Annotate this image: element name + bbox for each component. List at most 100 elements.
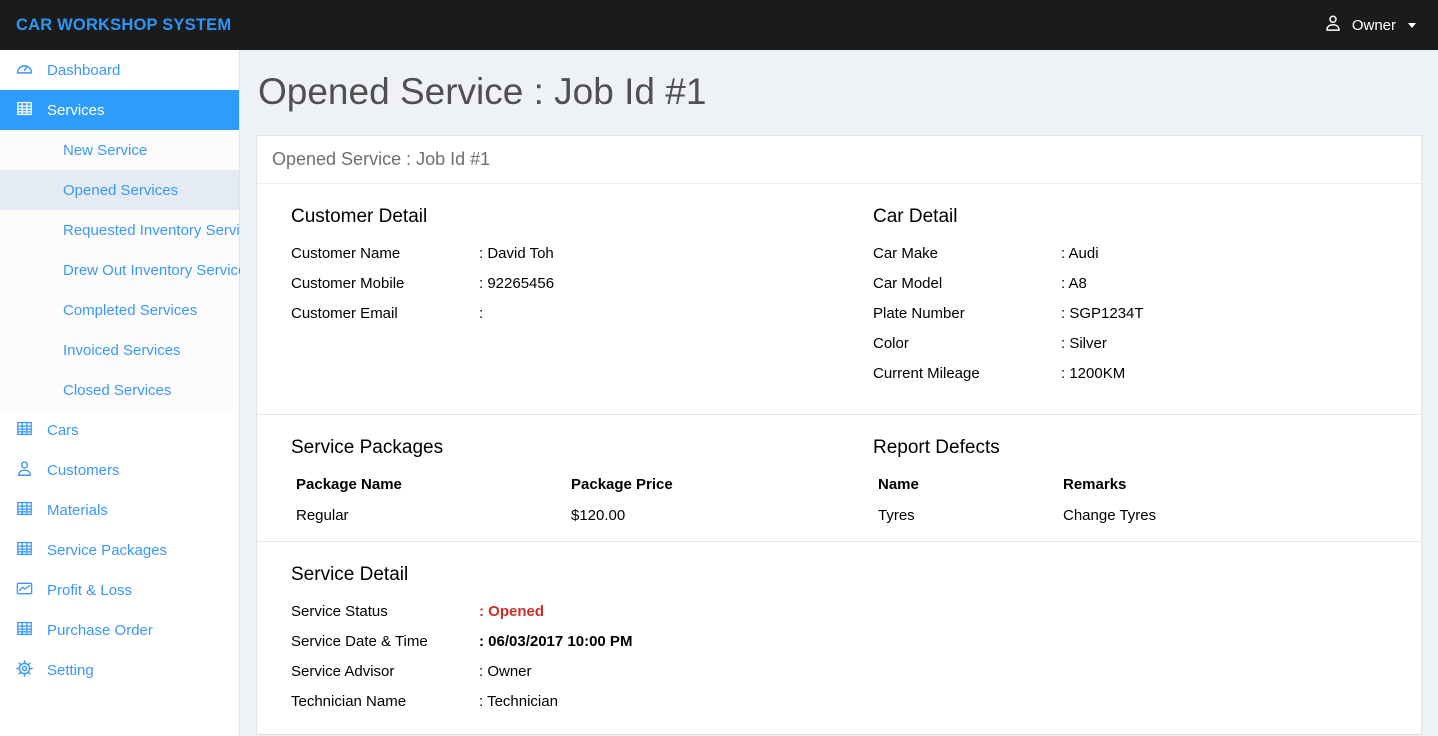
sidebar-item-label: Completed Services: [63, 302, 197, 319]
person-icon: [1323, 13, 1343, 37]
report-defects-table: Name Remarks Tyres Change Tyres: [873, 477, 1387, 523]
sidebar-item-profit-loss[interactable]: Profit & Loss: [0, 570, 239, 610]
field-label: Customer Email: [291, 306, 479, 321]
defect-remarks: Change Tyres: [1063, 508, 1156, 523]
service-packages-title: Service Packages: [291, 437, 805, 459]
package-price: $120.00: [571, 508, 625, 523]
sidebar-item-invoiced-services[interactable]: Invoiced Services: [0, 330, 239, 370]
sidebar-item-label: Closed Services: [63, 382, 171, 399]
sidebar-item-opened-services[interactable]: Opened Services: [0, 170, 239, 210]
services-submenu: New Service Opened Services Requested In…: [0, 130, 239, 410]
sidebar-item-label: Cars: [47, 422, 79, 439]
sidebar-item-label: Drew Out Inventory Services: [63, 262, 254, 279]
main-content: Opened Service : Job Id #1 Opened Servic…: [240, 50, 1438, 736]
sidebar-item-materials[interactable]: Materials: [0, 490, 239, 530]
detail-row: Service Advisor : Owner: [291, 664, 805, 679]
sidebar-item-completed-services[interactable]: Completed Services: [0, 290, 239, 330]
table-icon: [15, 499, 34, 522]
field-label: Customer Mobile: [291, 276, 479, 291]
field-label: Customer Name: [291, 246, 479, 261]
detail-row: Customer Name : David Toh: [291, 246, 805, 261]
sidebar-item-requested-inventory-services[interactable]: Requested Inventory Services: [0, 210, 239, 250]
detail-row: Plate Number : SGP1234T: [873, 306, 1387, 321]
detail-row: Customer Mobile : 92265456: [291, 276, 805, 291]
service-detail: Service Detail Service Status : Opened S…: [257, 556, 839, 724]
customer-detail-title: Customer Detail: [291, 206, 805, 228]
user-dropdown[interactable]: Owner: [1323, 13, 1416, 37]
field-value: : 06/03/2017 10:00 PM: [479, 634, 632, 649]
sidebar-item-label: Invoiced Services: [63, 342, 181, 359]
table-header-row: Package Name Package Price: [296, 477, 805, 492]
caret-down-icon: [1408, 23, 1416, 28]
page-title: Opened Service : Job Id #1: [258, 71, 1422, 113]
report-defects: Report Defects Name Remarks Tyres Change…: [839, 429, 1421, 523]
field-value: : Owner: [479, 664, 532, 679]
sidebar-item-label: Profit & Loss: [47, 582, 132, 599]
sidebar-item-label: Services: [47, 102, 105, 119]
sidebar: Dashboard Services New Service Opened Se…: [0, 50, 240, 736]
detail-row: Customer Email :: [291, 306, 805, 321]
field-value: : 92265456: [479, 276, 554, 291]
service-panel: Opened Service : Job Id #1 Customer Deta…: [256, 135, 1422, 735]
table-icon: [15, 619, 34, 642]
panel-header: Opened Service : Job Id #1: [257, 136, 1421, 184]
app-brand[interactable]: CAR WORKSHOP SYSTEM: [16, 16, 231, 35]
field-value: : Technician: [479, 694, 558, 709]
field-value: : Silver: [1061, 336, 1107, 351]
table-row: Tyres Change Tyres: [878, 508, 1387, 523]
customer-detail: Customer Detail Customer Name : David To…: [257, 198, 839, 396]
detail-row: Service Status : Opened: [291, 604, 805, 619]
service-detail-section: Service Detail Service Status : Opened S…: [257, 542, 1421, 735]
table-icon: [15, 539, 34, 562]
detail-row: Service Date & Time : 06/03/2017 10:00 P…: [291, 634, 805, 649]
sidebar-item-service-packages[interactable]: Service Packages: [0, 530, 239, 570]
field-label: Technician Name: [291, 694, 479, 709]
sidebar-item-services[interactable]: Services: [0, 90, 239, 130]
sidebar-item-label: Materials: [47, 502, 108, 519]
field-label: Car Make: [873, 246, 1061, 261]
column-header: Remarks: [1063, 477, 1126, 492]
car-detail-title: Car Detail: [873, 206, 1387, 228]
detail-row: Car Make : Audi: [873, 246, 1387, 261]
table-icon: [15, 419, 34, 442]
field-label: Color: [873, 336, 1061, 351]
customer-car-section: Customer Detail Customer Name : David To…: [257, 184, 1421, 415]
table-header-row: Name Remarks: [878, 477, 1387, 492]
table-icon: [15, 99, 34, 122]
field-value: :: [479, 306, 483, 321]
field-value: : 1200KM: [1061, 366, 1125, 381]
field-label: Car Model: [873, 276, 1061, 291]
sidebar-item-label: Purchase Order: [47, 622, 153, 639]
gauge-icon: [15, 59, 34, 82]
field-value: : Audi: [1061, 246, 1099, 261]
sidebar-item-new-service[interactable]: New Service: [0, 130, 239, 170]
service-packages: Service Packages Package Name Package Pr…: [257, 429, 839, 523]
sidebar-item-purchase-order[interactable]: Purchase Order: [0, 610, 239, 650]
sidebar-item-setting[interactable]: Setting: [0, 650, 239, 690]
sidebar-item-closed-services[interactable]: Closed Services: [0, 370, 239, 410]
sidebar-item-dashboard[interactable]: Dashboard: [0, 50, 239, 90]
report-defects-title: Report Defects: [873, 437, 1387, 459]
sidebar-item-label: Customers: [47, 462, 120, 479]
sidebar-item-label: Dashboard: [47, 62, 120, 79]
field-label: Service Date & Time: [291, 634, 479, 649]
status-badge: : Opened: [479, 604, 544, 619]
column-header: Package Price: [571, 477, 673, 492]
column-header: Name: [878, 477, 1063, 492]
person-icon: [15, 459, 34, 482]
field-label: Plate Number: [873, 306, 1061, 321]
field-label: Service Advisor: [291, 664, 479, 679]
packages-defects-section: Service Packages Package Name Package Pr…: [257, 415, 1421, 542]
sidebar-item-drew-out-inventory-services[interactable]: Drew Out Inventory Services: [0, 250, 239, 290]
car-detail: Car Detail Car Make : Audi Car Model : A…: [839, 198, 1421, 396]
sidebar-item-cars[interactable]: Cars: [0, 410, 239, 450]
sidebar-item-label: Setting: [47, 662, 94, 679]
sidebar-item-label: Opened Services: [63, 182, 178, 199]
top-navbar: CAR WORKSHOP SYSTEM Owner: [0, 0, 1438, 50]
user-dropdown-label: Owner: [1352, 17, 1396, 34]
sidebar-item-label: New Service: [63, 142, 147, 159]
field-value: : David Toh: [479, 246, 554, 261]
detail-row: Color : Silver: [873, 336, 1387, 351]
sidebar-item-label: Service Packages: [47, 542, 167, 559]
sidebar-item-customers[interactable]: Customers: [0, 450, 239, 490]
